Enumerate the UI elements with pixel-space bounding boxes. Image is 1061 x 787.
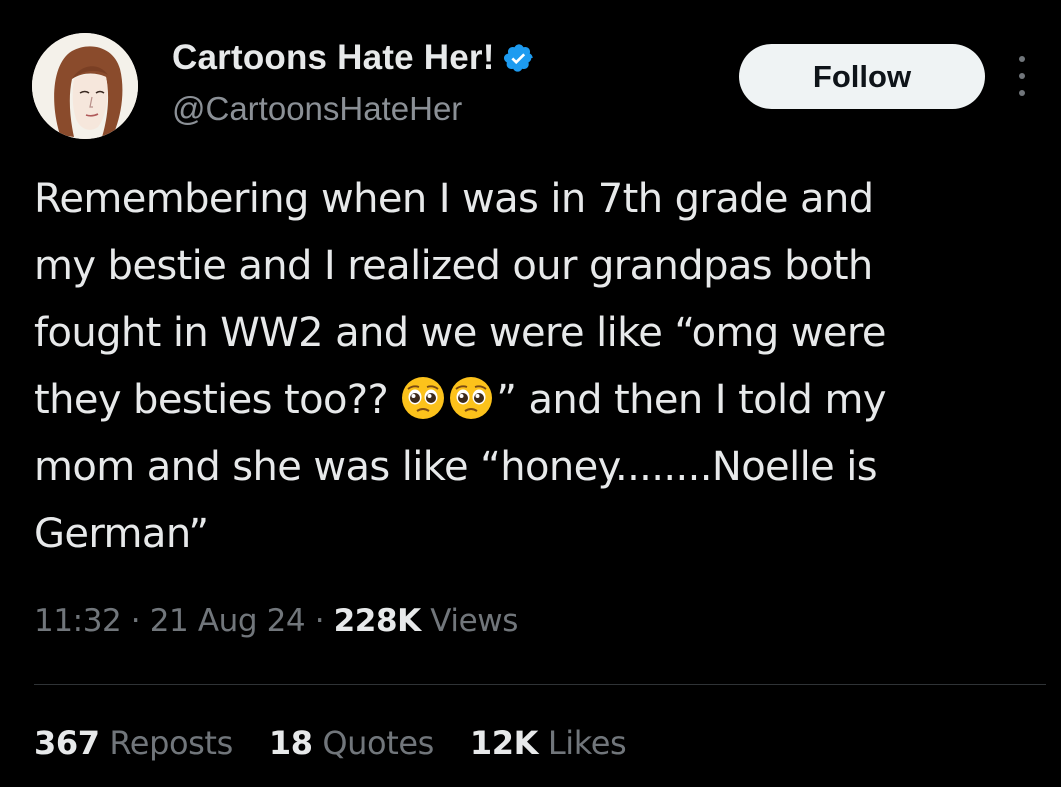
tweet-text: Remembering when I was in 7th grade and … xyxy=(34,166,1034,568)
follow-button[interactable]: Follow xyxy=(739,44,985,109)
avatar-drawing-icon xyxy=(32,33,138,139)
tweet-line-part: ” and then I told my xyxy=(496,377,886,423)
tweet-line: Remembering when I was in 7th grade and xyxy=(34,176,874,222)
verified-badge-icon[interactable] xyxy=(503,42,535,74)
tweet-date[interactable]: 21 Aug 24 xyxy=(150,603,306,639)
pleading-face-emoji-icon xyxy=(448,375,494,421)
views-count[interactable]: 228K xyxy=(334,603,422,639)
pleading-face-emoji-icon xyxy=(400,375,446,421)
more-dot xyxy=(1019,56,1025,62)
user-handle[interactable]: @CartoonsHateHer xyxy=(172,90,462,128)
divider xyxy=(34,684,1046,685)
likes-count: 12K xyxy=(469,724,539,762)
tweet-line: German” xyxy=(34,511,209,557)
avatar[interactable] xyxy=(32,33,138,139)
reposts-stat[interactable]: 367 Reposts xyxy=(34,724,233,762)
display-name[interactable]: Cartoons Hate Her! xyxy=(172,38,495,78)
more-dot xyxy=(1019,90,1025,96)
engagement-stats: 367 Reposts 18 Quotes 12K Likes xyxy=(34,724,662,762)
tweet-line: fought in WW2 and we were like “omg were xyxy=(34,310,886,356)
tweet-line-part: they besties too?? xyxy=(34,377,401,423)
quotes-stat[interactable]: 18 Quotes xyxy=(269,724,434,762)
tweet-line: my bestie and I realized our grandpas bo… xyxy=(34,243,873,289)
meta-separator: · xyxy=(121,603,150,639)
user-name-row[interactable]: Cartoons Hate Her! xyxy=(172,38,535,78)
quotes-count: 18 xyxy=(268,724,313,762)
likes-stat[interactable]: 12K Likes xyxy=(469,724,627,762)
likes-label: Likes xyxy=(538,724,627,762)
tweet-time[interactable]: 11:32 xyxy=(34,603,122,639)
more-options-icon[interactable] xyxy=(1012,56,1032,96)
views-label: Views xyxy=(420,603,518,639)
tweet-line-with-emoji: they besties too?? ” and then I told my xyxy=(34,367,1034,434)
tweet-meta: 11:32 · 21 Aug 24 · 228K Views xyxy=(34,603,518,639)
meta-separator: · xyxy=(305,603,334,639)
quotes-label: Quotes xyxy=(312,724,434,762)
reposts-count: 367 xyxy=(34,724,100,762)
reposts-label: Reposts xyxy=(99,724,233,762)
tweet-card: Cartoons Hate Her! @CartoonsHateHer Foll… xyxy=(0,0,1061,787)
more-dot xyxy=(1019,73,1025,79)
tweet-line: mom and she was like “honey........Noell… xyxy=(34,444,878,490)
